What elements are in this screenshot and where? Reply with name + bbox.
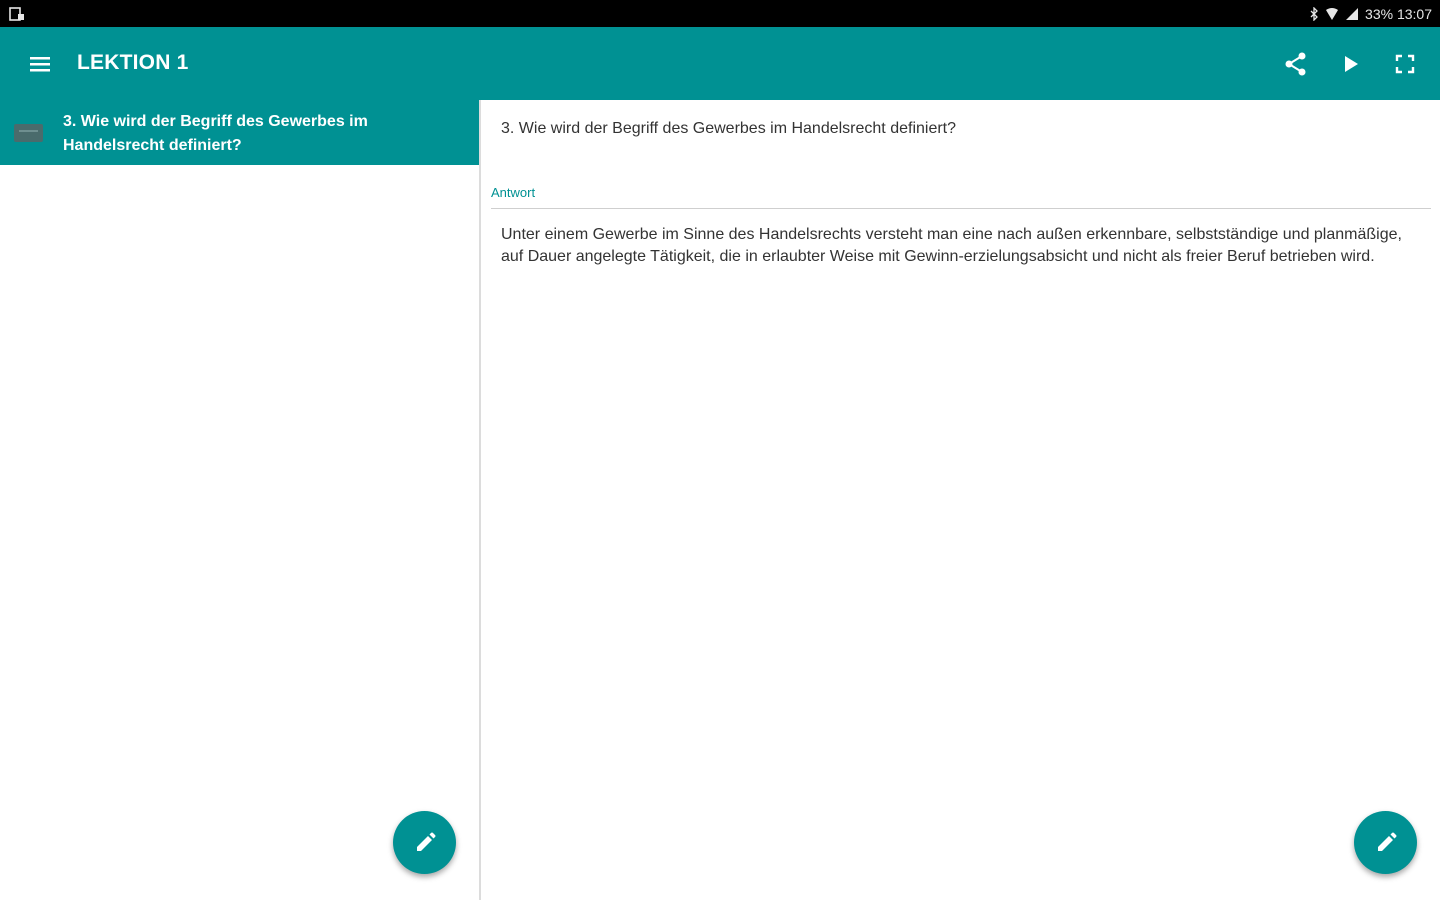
list-item-selected[interactable]: 3. Wie wird der Begriff des Gewerbes im … (0, 100, 479, 165)
bluetooth-icon (1310, 6, 1318, 21)
status-bar: 33% 13:07 (0, 0, 1440, 27)
wifi-icon (1326, 7, 1339, 20)
edit-icon (416, 832, 435, 851)
signal-icon (1346, 7, 1359, 20)
answer-label: Antwort (491, 185, 536, 200)
card-icon (14, 124, 43, 142)
fullscreen-icon[interactable] (1390, 49, 1420, 79)
notification-icon (9, 7, 24, 21)
question-text: 3. Wie wird der Begriff des Gewerbes im … (501, 120, 957, 137)
play-icon[interactable] (1336, 49, 1366, 79)
hamburger-menu-icon[interactable] (24, 49, 58, 79)
question-detail: 3. Wie wird der Begriff des Gewerbes im … (481, 100, 1440, 900)
status-indicators: 33% 13:07 (1309, 0, 1432, 27)
question-list: 3. Wie wird der Begriff des Gewerbes im … (0, 100, 479, 900)
answer-text: Unter einem Gewerbe im Sinne des Handels… (501, 226, 1402, 265)
edit-detail-button[interactable] (1354, 811, 1417, 874)
app-bar: LEKTION 1 (0, 27, 1440, 100)
answer-divider (491, 208, 1431, 209)
list-item-label: 3. Wie wird der Begriff des Gewerbes im … (63, 113, 368, 154)
app-title: LEKTION 1 (77, 51, 189, 74)
edit-icon (1377, 832, 1396, 851)
status-text: 33% 13:07 (1365, 5, 1432, 22)
share-icon[interactable] (1281, 49, 1311, 79)
edit-list-button[interactable] (393, 811, 456, 874)
